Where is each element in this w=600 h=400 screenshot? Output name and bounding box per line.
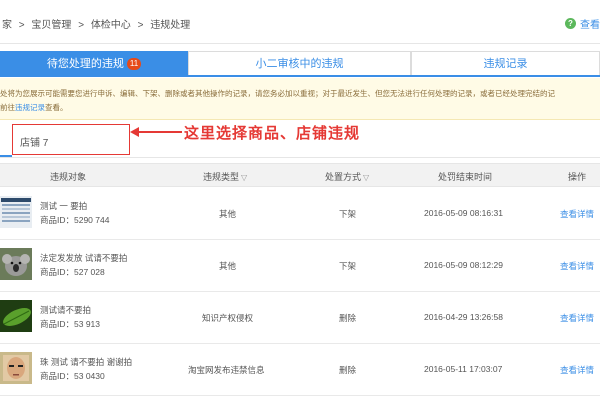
shop-filter-tab[interactable]: 店铺 7 — [20, 134, 48, 149]
violation-records-link[interactable]: 违规记录 — [15, 103, 45, 112]
penalty-end-time: 2016-04-29 13:26:58 — [424, 312, 503, 322]
breadcrumb-separator: > — [137, 20, 144, 31]
header-object: 违规对象 — [50, 172, 87, 182]
violation-type: 知识产权侵权 — [202, 313, 254, 323]
tab-label: 小二审核中的违规 — [255, 58, 344, 70]
header-action: 操作 — [568, 172, 587, 182]
table-row: 测试请不要拍 商品ID：53 913 知识产权侵权 删除 2016-04-29 … — [0, 292, 600, 344]
penalty-end-time: 2016-05-11 17:03:07 — [424, 364, 503, 374]
breadcrumb-item-product-management[interactable]: 宝贝管理 — [31, 20, 71, 31]
breadcrumb-separator: > — [78, 20, 85, 31]
breadcrumb-item-home[interactable]: 家 — [2, 20, 12, 31]
product-title[interactable]: 法定发发放 试请不要拍 — [40, 251, 127, 265]
help-icon: ? — [565, 18, 576, 29]
disposal-method: 下架 — [339, 209, 357, 219]
product-id: 商品ID：527 028 — [40, 267, 105, 277]
penalty-end-time: 2016-05-09 08:16:31 — [424, 208, 503, 218]
product-id: 商品ID：53 913 — [40, 319, 100, 329]
annotation-arrow-line — [138, 131, 182, 133]
disposal-method: 下架 — [339, 261, 357, 271]
product-title[interactable]: 测试请不要拍 — [40, 303, 100, 317]
view-details-link[interactable]: 查看详情 — [560, 312, 594, 324]
filter-icon: ▽ — [363, 173, 370, 182]
tab-pending-violations[interactable]: 待您处理的违规 11 — [0, 51, 188, 75]
product-title[interactable]: 珠 测试 请不要拍 谢谢拍 — [40, 355, 132, 369]
product-filter-tab-indicator[interactable] — [0, 155, 12, 157]
table-row: 法定发发放 试请不要拍 商品ID：527 028 其他 下架 2016-05-0… — [0, 240, 600, 292]
product-info: 法定发发放 试请不要拍 商品ID：527 028 — [40, 251, 127, 279]
product-title[interactable]: 测试 一 要拍 — [40, 199, 109, 213]
view-details-link[interactable]: 查看详情 — [560, 364, 594, 376]
tab-under-review[interactable]: 小二审核中的违规 — [188, 51, 411, 75]
product-info: 测试 一 要拍 商品ID：5290 744 — [40, 199, 109, 227]
header-method-label: 处置方式 — [325, 172, 362, 182]
notice-line-2: 前往违规记录查看。 — [0, 101, 600, 115]
notice-text: 查看。 — [45, 103, 68, 112]
table-row: 测试 一 要拍 商品ID：5290 744 其他 下架 2016-05-09 0… — [0, 188, 600, 240]
disposal-method: 删除 — [339, 313, 357, 323]
breadcrumb-separator: > — [18, 20, 25, 31]
breadcrumb-item-health-center[interactable]: 体检中心 — [91, 20, 131, 31]
violation-type: 淘宝网发布违禁信息 — [188, 365, 265, 375]
notice-banner: 处将为您展示可能需要您进行申诉、编辑、下架、删除或者其他操作的记录，请您务必加以… — [0, 78, 600, 120]
header-end-time: 处罚结束时间 — [438, 172, 493, 182]
product-id: 商品ID：5290 744 — [40, 215, 110, 225]
violation-tabs: 待您处理的违规 11 小二审核中的违规 违规记录 — [0, 51, 600, 77]
violation-type: 其他 — [219, 209, 237, 219]
notice-text: 前往 — [0, 103, 15, 112]
annotation-text: 这里选择商品、店铺违规 — [184, 124, 361, 142]
breadcrumb-item-violation-handling: 违规处理 — [150, 20, 191, 31]
product-thumbnail[interactable] — [0, 352, 32, 384]
pending-count-badge: 11 — [126, 58, 142, 70]
filter-icon: ▽ — [241, 173, 248, 182]
help-link[interactable]: ? 查看 — [565, 16, 600, 31]
notice-line-1: 处将为您展示可能需要您进行申诉、编辑、下架、删除或者其他操作的记录，请您务必加以… — [0, 89, 555, 98]
penalty-end-time: 2016-05-09 08:12:29 — [424, 260, 503, 270]
product-info: 珠 测试 请不要拍 谢谢拍 商品ID：53 0430 — [40, 355, 132, 383]
violation-type: 其他 — [219, 261, 237, 271]
product-thumbnail[interactable] — [0, 196, 32, 228]
table-header: 违规对象 违规类型 ▽ 处置方式 ▽ 处罚结束时间 操作 — [0, 163, 600, 187]
disposal-method: 删除 — [339, 365, 357, 375]
tab-label: 待您处理的违规 — [46, 58, 124, 70]
view-details-link[interactable]: 查看详情 — [560, 208, 594, 220]
product-thumbnail[interactable] — [0, 300, 32, 332]
top-bar: 家 > 宝贝管理 > 体检中心 > 违规处理 ? 查看 — [0, 0, 600, 44]
product-info: 测试请不要拍 商品ID：53 913 — [40, 303, 100, 331]
product-id: 商品ID：53 0430 — [40, 371, 105, 381]
tab-label: 违规记录 — [483, 58, 528, 70]
view-details-link[interactable]: 查看详情 — [560, 260, 594, 272]
header-method[interactable]: 处置方式 ▽ — [325, 170, 369, 183]
product-thumbnail[interactable] — [0, 248, 32, 280]
header-type[interactable]: 违规类型 ▽ — [203, 170, 247, 183]
header-type-label: 违规类型 — [203, 172, 240, 182]
help-label: 查看 — [580, 20, 600, 31]
tab-violation-records[interactable]: 违规记录 — [411, 51, 600, 75]
table-row: 珠 测试 请不要拍 谢谢拍 商品ID：53 0430 淘宝网发布违禁信息 删除 … — [0, 344, 600, 396]
breadcrumb: 家 > 宝贝管理 > 体检中心 > 违规处理 — [0, 16, 192, 31]
